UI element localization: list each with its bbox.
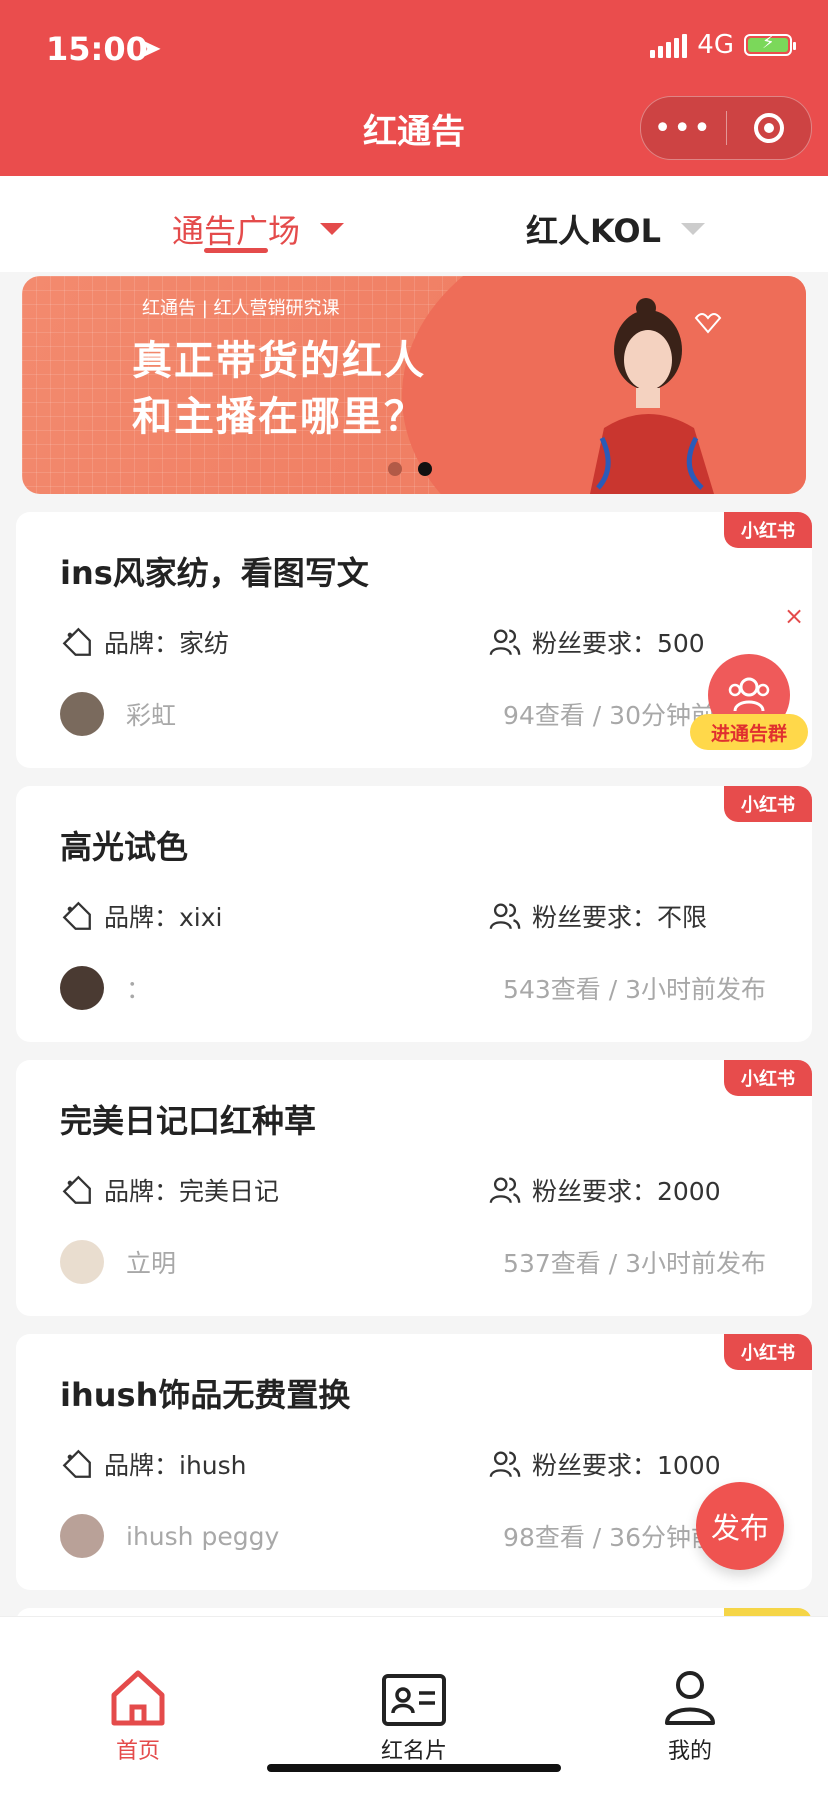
nav-card[interactable]: 红名片 — [344, 1657, 484, 1765]
card-title: ihush饰品无费置换 — [60, 1376, 351, 1414]
home-indicator — [267, 1764, 561, 1772]
battery-icon: ⚡ — [744, 32, 796, 56]
platform-badge: 小红书 — [724, 1334, 812, 1370]
banner-headline-1: 真正带货的红人 — [132, 338, 426, 384]
view-stats: 537查看 / 3小时前发布 — [503, 1249, 766, 1278]
nav-label: 首页 — [115, 1739, 160, 1764]
chevron-down-icon — [320, 223, 345, 235]
tab-kol[interactable]: 红人KOL — [526, 206, 705, 252]
tab-active-indicator — [204, 248, 268, 253]
nav-home[interactable]: 首页 — [68, 1657, 208, 1765]
author-name: 立明 — [126, 1249, 177, 1278]
brand-row: 品牌：家纺 — [60, 624, 229, 660]
author-name: ： — [126, 975, 152, 1004]
fans-row: 粉丝要求：1000 — [488, 1446, 721, 1482]
fans-row: 粉丝要求：不限 — [488, 898, 707, 934]
tab-label: 通告广场 — [172, 212, 301, 250]
platform-badge: 小红书 — [724, 512, 812, 548]
status-time: 15:00 — [46, 30, 148, 68]
avatar[interactable] — [60, 692, 104, 736]
publish-button[interactable]: 发布 — [696, 1482, 784, 1570]
location-arrow-icon: ➤ — [140, 34, 162, 64]
author-row: ihush peggy — [60, 1514, 279, 1558]
home-icon — [68, 1657, 208, 1727]
users-icon — [489, 903, 521, 930]
brand-row: 品牌：xixi — [60, 898, 222, 934]
chevron-down-icon — [680, 223, 705, 235]
tab-notice-square[interactable]: 通告广场 — [172, 206, 345, 252]
more-icon[interactable]: ••• — [641, 111, 726, 146]
tag-icon — [62, 1175, 91, 1204]
banner-headline-2: 和主播在哪里？ — [132, 394, 426, 440]
join-group-label: 进通告群 — [690, 714, 808, 750]
fans-text: 粉丝要求：不限 — [532, 903, 708, 932]
nav-label: 我的 — [667, 1739, 712, 1764]
notice-card[interactable]: 小红书 高光试色 品牌：xixi 粉丝要求：不限 ： 543查看 / 3小时前发… — [16, 786, 812, 1042]
close-float-button[interactable]: × — [784, 602, 804, 630]
category-tabs: 通告广场 红人KOL — [0, 176, 828, 272]
author-row: 立明 — [60, 1240, 176, 1284]
tag-icon — [62, 627, 91, 656]
avatar[interactable] — [60, 966, 104, 1010]
nav-me[interactable]: 我的 — [620, 1657, 760, 1765]
tab-label: 红人KOL — [526, 212, 661, 250]
users-icon — [489, 629, 521, 656]
tag-icon — [62, 1449, 91, 1478]
author-row: ： — [60, 966, 151, 1010]
view-stats: 543查看 / 3小时前发布 — [503, 975, 766, 1004]
pagination-dot[interactable] — [388, 462, 402, 476]
notice-card[interactable]: 小红书 ihush饰品无费置换 品牌：ihush 粉丝要求：1000 ihush… — [16, 1334, 812, 1590]
fans-row: 粉丝要求：500 — [488, 624, 705, 660]
author-name: ihush peggy — [126, 1521, 280, 1551]
user-icon — [620, 1657, 760, 1727]
author-row: 彩虹 — [60, 692, 176, 736]
card-title: 完美日记口红种草 — [60, 1102, 317, 1140]
nav-label: 红名片 — [380, 1739, 447, 1764]
users-icon — [489, 1177, 521, 1204]
app-header: 15:00 ➤ 4G ⚡ 红通告 ••• — [0, 0, 828, 176]
tag-icon — [62, 901, 91, 930]
brand-text: 品牌：xixi — [104, 903, 223, 932]
brand-text: 品牌：家纺 — [104, 629, 230, 658]
brand-row: 品牌：完美日记 — [60, 1172, 279, 1208]
network-label: 4G — [697, 30, 734, 60]
notice-card[interactable]: 小红书 完美日记口红种草 品牌：完美日记 粉丝要求：2000 立明 537查看 … — [16, 1060, 812, 1316]
card-title: ins风家纺，看图写文 — [60, 554, 369, 592]
fans-text: 粉丝要求：500 — [532, 629, 705, 658]
platform-badge: 小红书 — [724, 1060, 812, 1096]
avatar[interactable] — [60, 1240, 104, 1284]
join-group-button[interactable]: 进通告群 — [690, 654, 810, 764]
status-indicators: 4G ⚡ — [650, 30, 796, 60]
signal-icon — [650, 32, 688, 58]
banner-portrait-illustration — [590, 298, 722, 494]
target-icon — [753, 113, 784, 143]
banner-subtitle: 红通告 | 红人营销研究课 — [142, 298, 340, 319]
author-name: 彩虹 — [126, 701, 177, 730]
users-icon — [489, 1451, 521, 1478]
id-card-icon — [344, 1657, 484, 1727]
fans-text: 粉丝要求：1000 — [532, 1451, 721, 1480]
brand-text: 品牌：完美日记 — [104, 1177, 280, 1206]
fans-text: 粉丝要求：2000 — [532, 1177, 721, 1206]
banner-pagination — [388, 462, 432, 476]
fans-row: 粉丝要求：2000 — [488, 1172, 721, 1208]
card-title: 高光试色 — [60, 828, 189, 866]
pagination-dot-active[interactable] — [418, 462, 432, 476]
close-miniprogram-button[interactable] — [727, 113, 812, 143]
avatar[interactable] — [60, 1514, 104, 1558]
brand-row: 品牌：ihush — [60, 1446, 247, 1482]
miniprogram-capsule: ••• — [640, 96, 812, 160]
brand-text: 品牌：ihush — [104, 1451, 247, 1480]
platform-badge: 小红书 — [724, 786, 812, 822]
